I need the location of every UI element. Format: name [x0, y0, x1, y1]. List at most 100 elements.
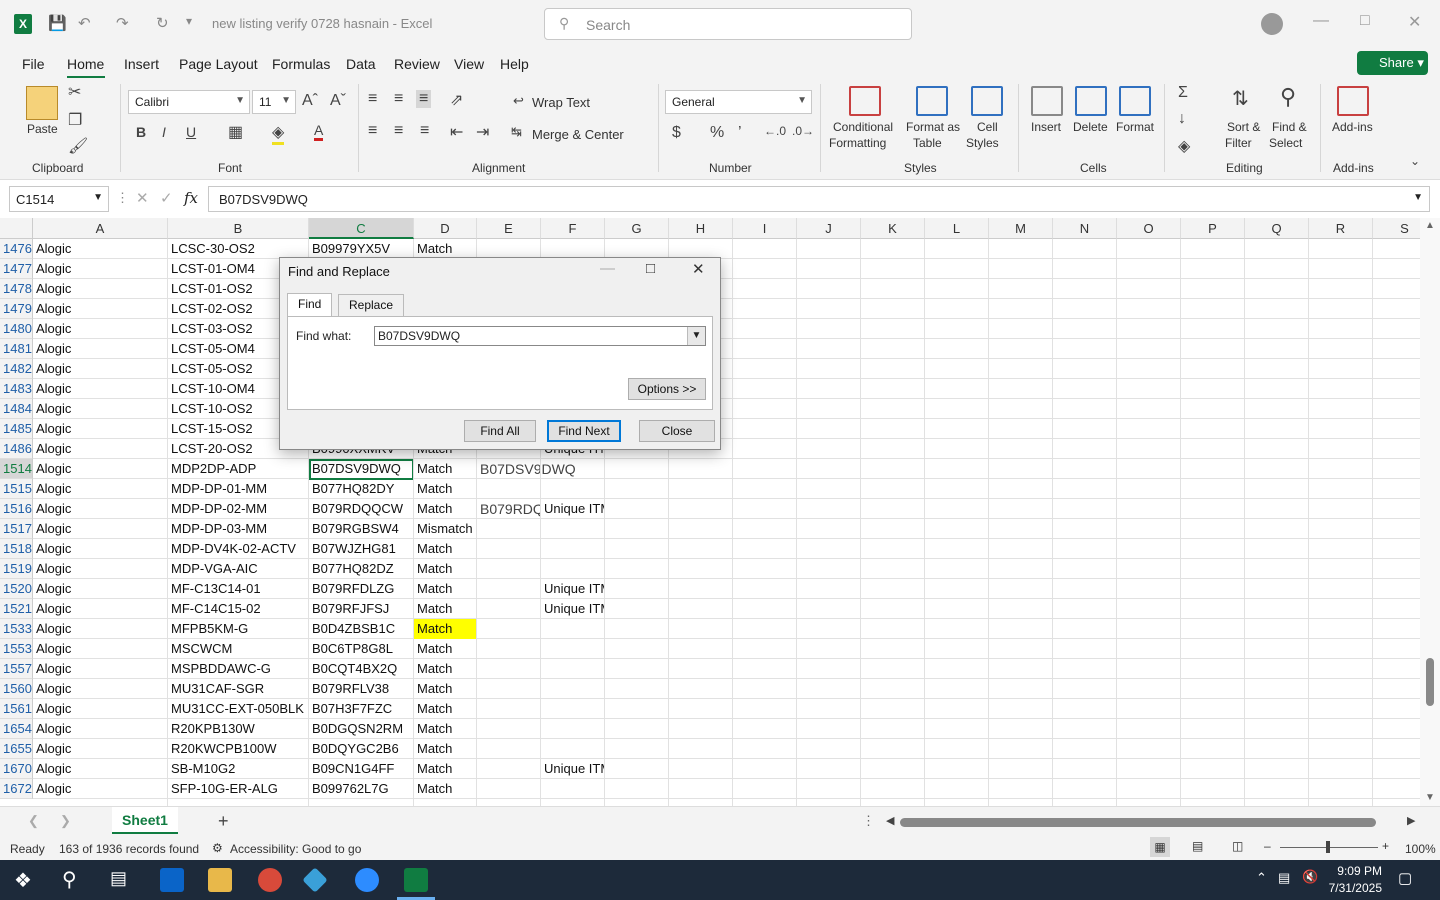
- vertical-scrollbar[interactable]: ▲ ▼: [1420, 218, 1440, 806]
- row-header[interactable]: 1484: [0, 399, 33, 419]
- find-select-button[interactable]: Find &: [1272, 120, 1307, 134]
- decrease-decimal-icon[interactable]: .0→: [792, 124, 814, 138]
- row-header[interactable]: 1485: [0, 419, 33, 439]
- dialog-close-icon[interactable]: ✕: [692, 260, 705, 278]
- dialog-maximize-icon[interactable]: □: [646, 260, 655, 277]
- borders-icon[interactable]: ▦: [228, 122, 243, 142]
- column-header-i[interactable]: I: [733, 218, 797, 239]
- row-header[interactable]: 1481: [0, 339, 33, 359]
- row-header[interactable]: 1655: [0, 739, 33, 759]
- cell-a-1476[interactable]: Alogic: [33, 239, 167, 259]
- notifications-icon[interactable]: ▢: [1398, 869, 1412, 887]
- cell-a-1484[interactable]: Alogic: [33, 399, 167, 419]
- cell-a-1557[interactable]: Alogic: [33, 659, 167, 679]
- cell-e-1515[interactable]: [477, 479, 540, 499]
- format-cells-icon[interactable]: [1119, 86, 1151, 116]
- row-header[interactable]: 1516: [0, 499, 33, 519]
- column-header-r[interactable]: R: [1309, 218, 1373, 239]
- search-box[interactable]: ⚲ Search: [544, 8, 912, 40]
- column-header-n[interactable]: N: [1053, 218, 1117, 239]
- cell-e-1557[interactable]: [477, 659, 540, 679]
- cell-a-1485[interactable]: Alogic: [33, 419, 167, 439]
- prev-sheet-icon[interactable]: ❮: [28, 813, 39, 829]
- row-header[interactable]: 1654: [0, 719, 33, 739]
- cell-e-1553[interactable]: [477, 639, 540, 659]
- cell-d-1521[interactable]: Match: [414, 599, 476, 619]
- repeat-icon[interactable]: ↻: [156, 14, 169, 32]
- column-header-m[interactable]: M: [989, 218, 1053, 239]
- column-header-q[interactable]: Q: [1245, 218, 1309, 239]
- align-top-icon[interactable]: ≡: [368, 90, 377, 108]
- page-break-view-icon[interactable]: ◫: [1232, 839, 1243, 853]
- cell-d-1672[interactable]: Match: [414, 779, 476, 799]
- cell-a-1655[interactable]: Alogic: [33, 739, 167, 759]
- cell-a-1521[interactable]: Alogic: [33, 599, 167, 619]
- cell-a-1670[interactable]: Alogic: [33, 759, 167, 779]
- cell-styles-button[interactable]: Cell: [977, 120, 998, 134]
- cell-b-1557[interactable]: MSPBDDAWC-G: [168, 659, 308, 679]
- formula-input[interactable]: B07DSV9DWQ ▼: [208, 186, 1430, 212]
- column-header-h[interactable]: H: [669, 218, 733, 239]
- conditional-formatting-button[interactable]: Conditional: [833, 120, 893, 134]
- fill-color-icon[interactable]: ◈: [272, 122, 285, 145]
- cell-f-1518[interactable]: [541, 539, 604, 559]
- percent-icon[interactable]: %: [710, 124, 724, 142]
- cell-f-1533[interactable]: [541, 619, 604, 639]
- chrome-icon[interactable]: [258, 868, 282, 892]
- cell-f-1521[interactable]: Unique ITM: [541, 599, 604, 619]
- align-middle-icon[interactable]: ≡: [394, 90, 403, 108]
- cell-b-1520[interactable]: MF-C13C14-01: [168, 579, 308, 599]
- cell-e-1516[interactable]: B079RDQQCW: [477, 499, 540, 519]
- share-button[interactable]: Share ▾: [1357, 51, 1428, 75]
- cell-b-1560[interactable]: MU31CAF-SGR: [168, 679, 308, 699]
- delete-cells-button[interactable]: Delete: [1073, 120, 1108, 134]
- find-next-button[interactable]: Find Next: [547, 420, 621, 442]
- cell-e-1476[interactable]: [477, 239, 540, 259]
- cell-d-1518[interactable]: Match: [414, 539, 476, 559]
- cell-c-1519[interactable]: B077HQ82DZ: [309, 559, 413, 579]
- row-header[interactable]: 1514: [0, 459, 33, 479]
- wrap-text-button[interactable]: Wrap Text: [532, 95, 590, 110]
- cell-c-1520[interactable]: B079RFDLZG: [309, 579, 413, 599]
- windows-start-icon[interactable]: ❖: [14, 868, 32, 893]
- cell-e-1561[interactable]: [477, 699, 540, 719]
- paste-button[interactable]: Paste: [27, 122, 58, 136]
- tab-replace[interactable]: Replace: [338, 294, 405, 316]
- cell-c-1515[interactable]: B077HQ82DY: [309, 479, 413, 499]
- add-ins-button[interactable]: Add-ins: [1332, 120, 1373, 134]
- cell-e-1560[interactable]: [477, 679, 540, 699]
- clock[interactable]: 9:09 PM 7/31/2025: [1329, 863, 1382, 897]
- cell-f-1557[interactable]: [541, 659, 604, 679]
- cell-b-1533[interactable]: MFPB5KM-G: [168, 619, 308, 639]
- cell-d-1519[interactable]: Match: [414, 559, 476, 579]
- row-header[interactable]: 1520: [0, 579, 33, 599]
- cell-c-1533[interactable]: B0D4ZBSB1C: [309, 619, 413, 639]
- decrease-font-icon[interactable]: Aˇ: [330, 92, 346, 110]
- column-header-a[interactable]: A: [33, 218, 168, 239]
- increase-font-icon[interactable]: Aˆ: [302, 92, 318, 110]
- scroll-right-icon[interactable]: ▶: [1407, 814, 1415, 827]
- currency-icon[interactable]: $: [672, 124, 681, 142]
- chevron-up-icon[interactable]: ⌃: [1256, 870, 1267, 886]
- cell-d-1516[interactable]: Match: [414, 499, 476, 519]
- find-all-button[interactable]: Find All: [464, 420, 536, 442]
- cell-a-1517[interactable]: Alogic: [33, 519, 167, 539]
- cell-e-1520[interactable]: [477, 579, 540, 599]
- cell-b-1518[interactable]: MDP-DV4K-02-ACTV: [168, 539, 308, 559]
- name-box[interactable]: C1514 ▼: [9, 186, 109, 212]
- normal-view-icon[interactable]: ▦: [1150, 837, 1170, 857]
- cell-b-1515[interactable]: MDP-DP-01-MM: [168, 479, 308, 499]
- menu-review[interactable]: Review: [394, 56, 440, 72]
- cell-styles-icon[interactable]: [971, 86, 1003, 116]
- split-handle-icon[interactable]: ⋮: [862, 813, 875, 829]
- options-button[interactable]: Options >>: [628, 378, 706, 400]
- format-cells-button[interactable]: Format: [1116, 120, 1154, 134]
- format-painter-icon[interactable]: 🖌: [68, 136, 88, 156]
- cell-a-1483[interactable]: Alogic: [33, 379, 167, 399]
- cell-a-1518[interactable]: Alogic: [33, 539, 167, 559]
- add-ins-icon[interactable]: [1337, 86, 1369, 116]
- cell-b-1514[interactable]: MDP2DP-ADP: [168, 459, 308, 479]
- scroll-left-icon[interactable]: ◀: [886, 814, 894, 827]
- copy-icon[interactable]: ❐: [68, 110, 82, 130]
- network-icon[interactable]: ▤: [1278, 870, 1290, 886]
